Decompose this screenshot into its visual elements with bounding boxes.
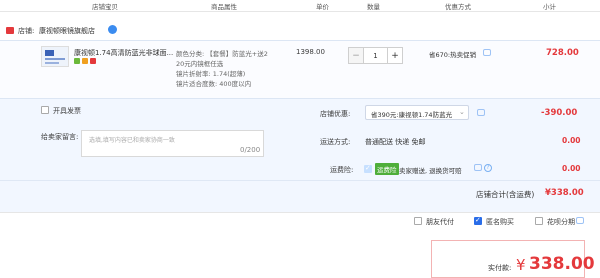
shipping-amount: 0.00: [562, 136, 581, 145]
freight-insurance-label: 运费险:: [330, 166, 354, 174]
store-total-amount: ¥338.00: [545, 188, 584, 198]
store-total-label: 店铺合计(含运费): [476, 190, 535, 199]
col-price: 单价: [316, 3, 329, 11]
anonymous-checkbox[interactable]: [474, 216, 482, 225]
payment-summary: 实付款: ¥ 338.00: [431, 240, 595, 278]
col-subtotal: 小计: [543, 3, 556, 11]
col-attributes: 商品属性: [211, 3, 237, 11]
huabei-info-icon[interactable]: [576, 217, 584, 224]
col-promo: 优惠方式: [445, 3, 471, 11]
product-thumbnail[interactable]: [41, 46, 69, 67]
payment-label: 实付款:: [488, 264, 512, 272]
shop-bar: 店铺: 康视顿眼镜旗舰店: [0, 22, 600, 40]
store-icon: [6, 27, 14, 34]
unit-price: 1398.00: [296, 48, 325, 56]
freight-insurance-checkbox[interactable]: [364, 164, 372, 173]
message-counter: 0/200: [240, 146, 261, 154]
chevron-down-icon: ⌄: [459, 108, 465, 116]
friend-pay-checkbox[interactable]: [414, 217, 422, 225]
freight-insurance-badge: 运费险: [375, 163, 399, 175]
payment-currency: ¥: [516, 256, 526, 274]
divider: [0, 212, 600, 213]
credit-card-badge-icon: [90, 58, 96, 64]
payment-amount: 338.00: [529, 254, 595, 274]
shipping-label: 运送方式:: [320, 138, 351, 146]
attr-power: 镜片适合度数: 400度以内: [176, 80, 252, 88]
huabei-label: 花呗分期: [547, 218, 575, 226]
col-shop: 店铺宝贝: [92, 3, 118, 11]
shop-label: 店铺:: [18, 27, 35, 35]
promo-info-icon[interactable]: [483, 49, 491, 56]
quantity-input[interactable]: 1: [364, 47, 387, 64]
store-discount-select[interactable]: 省390元:康视顿1.74防蓝光 ⌄: [365, 105, 469, 120]
order-item-row: 康视顿1.74高清防蓝光非球面... 颜色分类: 【套餐】防蓝光+送2 20元内…: [0, 40, 600, 98]
huabei-checkbox[interactable]: [535, 217, 543, 225]
chat-icon[interactable]: [108, 25, 117, 34]
invoice-label: 开具发票: [53, 107, 81, 115]
store-discount-value: 省390元:康视顿1.74防蓝光: [371, 111, 453, 119]
col-quantity: 数量: [367, 3, 380, 11]
freight-insurance-text: 卖家赠送, 退换货可赔: [399, 167, 462, 175]
quantity-stepper: − 1 +: [348, 47, 403, 64]
attr-color: 颜色分类: 【套餐】防蓝光+送2: [176, 50, 268, 58]
invoice-checkbox[interactable]: [41, 106, 49, 114]
message-placeholder: 选填,填写内容已和卖家协商一致: [89, 137, 175, 144]
guarantee-badge-icon: [82, 58, 88, 64]
increase-button[interactable]: +: [387, 47, 403, 64]
shop-name-link[interactable]: 康视顿眼镜旗舰店: [39, 26, 95, 36]
item-subtotal: 728.00: [546, 48, 579, 58]
service-badge-icon: [74, 58, 80, 64]
friend-pay-label: 朋友代付: [426, 218, 454, 226]
discount-info-icon[interactable]: [477, 109, 485, 116]
divider: [0, 180, 600, 181]
shipping-value: 普通配送 快递 免邮: [365, 138, 426, 146]
help-icon[interactable]: ?: [484, 164, 492, 172]
store-discount-amount: -390.00: [541, 108, 578, 118]
store-discount-label: 店铺优惠:: [320, 110, 351, 118]
decrease-button[interactable]: −: [348, 47, 364, 64]
seller-message-textarea[interactable]: 选填,填写内容已和卖家协商一致 0/200: [81, 130, 264, 157]
freight-chat-icon[interactable]: [474, 164, 482, 171]
table-header: 店铺宝贝 商品属性 单价 数量 优惠方式 小计: [0, 0, 600, 12]
attr-color-cont: 20元内镜框任选: [176, 60, 224, 68]
message-label: 给卖家留言:: [41, 133, 79, 141]
attr-refraction: 镜片折射率: 1.74(超薄): [176, 70, 246, 78]
product-title-link[interactable]: 康视顿1.74高清防蓝光非球面...: [74, 48, 173, 58]
anonymous-label: 匿名购买: [486, 218, 514, 226]
freight-amount: 0.00: [562, 164, 581, 173]
promo-text: 省670:热卖促销: [429, 51, 477, 59]
